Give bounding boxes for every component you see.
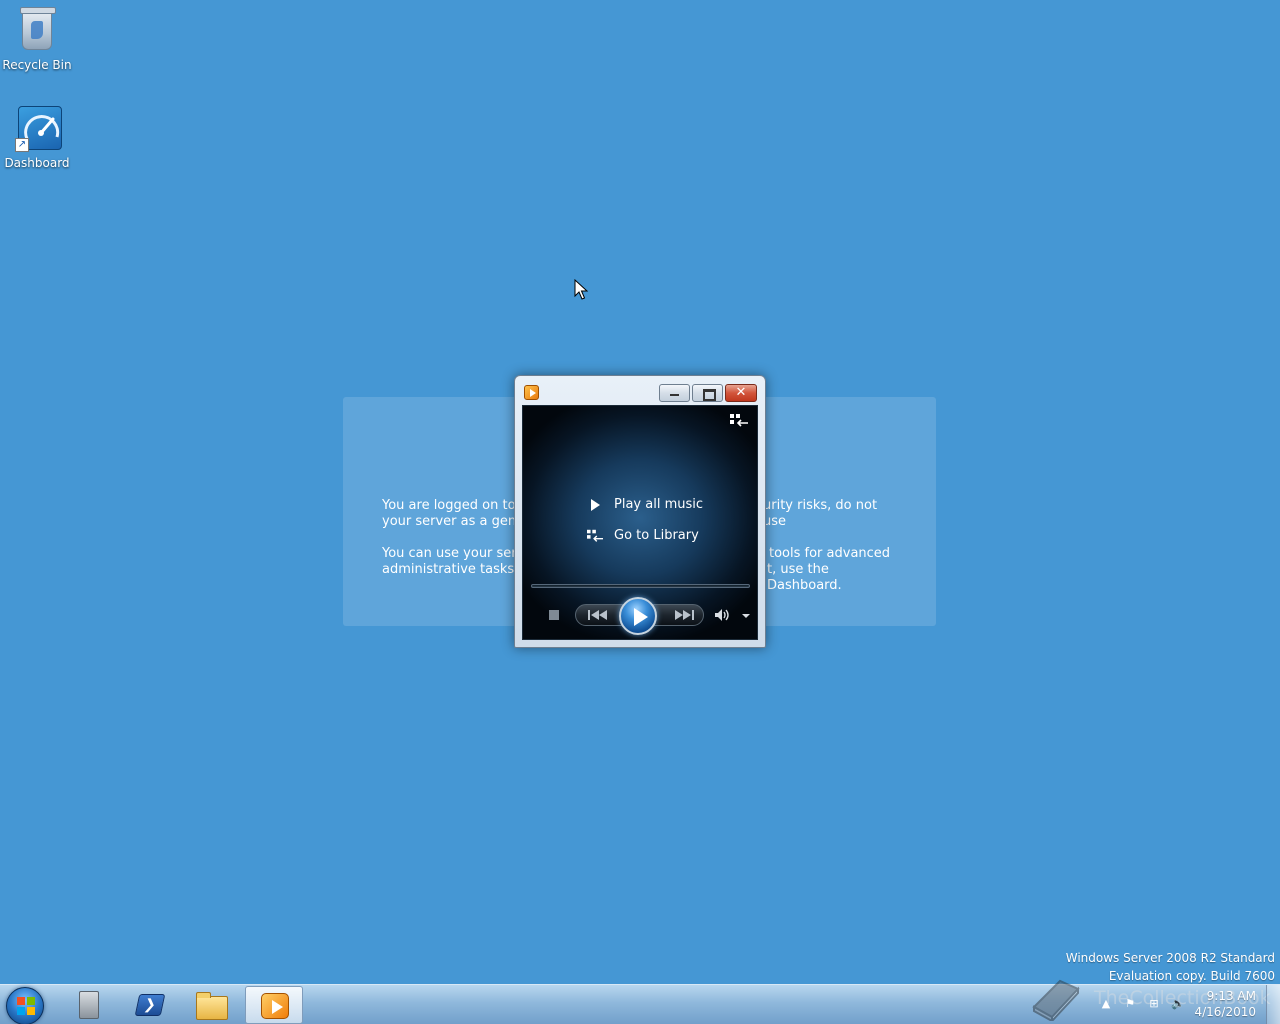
- dashboard-label: Dashboard: [4, 156, 70, 170]
- next-button[interactable]: [671, 609, 697, 621]
- volume-dropdown-icon[interactable]: [742, 614, 750, 618]
- taskbar-clock[interactable]: 9:13 AM 4/16/2010: [1194, 988, 1256, 1020]
- minimize-button[interactable]: [659, 384, 690, 402]
- show-hidden-icons-icon[interactable]: ▲: [1098, 996, 1114, 1012]
- clock-date: 4/16/2010: [1194, 1005, 1256, 1019]
- action-center-flag-icon[interactable]: ⚑: [1122, 996, 1138, 1012]
- close-button[interactable]: ✕: [725, 384, 757, 402]
- mouse-cursor-icon: [574, 279, 588, 300]
- switch-to-library-icon[interactable]: [730, 414, 748, 428]
- clock-time: 9:13 AM: [1206, 989, 1256, 1003]
- recycle-bin-label: Recycle Bin: [2, 58, 72, 72]
- stop-button[interactable]: [549, 610, 559, 620]
- desktop: Recycle Bin ↗ Dashboard You are logged o…: [0, 0, 1280, 984]
- shortcut-arrow-icon: ↗: [15, 138, 29, 152]
- library-icon: [587, 529, 603, 542]
- powershell-icon: ❯: [134, 994, 166, 1016]
- media-player-window[interactable]: ✕ Play all music Go to Library: [514, 375, 766, 648]
- windows-logo-icon: [17, 997, 35, 1015]
- recycle-bin-shortcut[interactable]: Recycle Bin: [0, 6, 74, 72]
- dashboard-shortcut[interactable]: ↗ Dashboard: [0, 104, 74, 170]
- media-player-icon: [261, 993, 289, 1019]
- maximize-button[interactable]: [692, 384, 723, 402]
- media-player-titlebar[interactable]: ✕: [515, 376, 765, 404]
- seek-bar[interactable]: [531, 584, 750, 588]
- start-button[interactable]: [6, 987, 44, 1024]
- recycle-bin-icon: [13, 6, 61, 54]
- play-icon: [587, 498, 603, 512]
- volume-icon[interactable]: [715, 609, 731, 621]
- dashboard-icon: ↗: [13, 104, 62, 152]
- play-button[interactable]: [619, 597, 657, 635]
- taskbar-windows-explorer[interactable]: [183, 986, 241, 1024]
- close-icon: ✕: [735, 385, 747, 400]
- show-desktop-button[interactable]: [1266, 985, 1280, 1024]
- volume-muted-icon[interactable]: 🔈: [1170, 996, 1186, 1012]
- book-icon: [1032, 979, 1080, 1021]
- server-manager-icon: [79, 991, 99, 1019]
- previous-button[interactable]: [585, 609, 611, 621]
- folder-icon: [196, 992, 228, 1020]
- taskbar-server-manager[interactable]: [60, 986, 118, 1024]
- media-player-app-icon: [524, 385, 539, 400]
- taskbar-media-player[interactable]: [245, 986, 303, 1024]
- taskbar-powershell[interactable]: ❯: [121, 986, 179, 1024]
- now-playing-area: Play all music Go to Library: [522, 405, 758, 640]
- network-warning-icon[interactable]: ⊞: [1146, 996, 1162, 1012]
